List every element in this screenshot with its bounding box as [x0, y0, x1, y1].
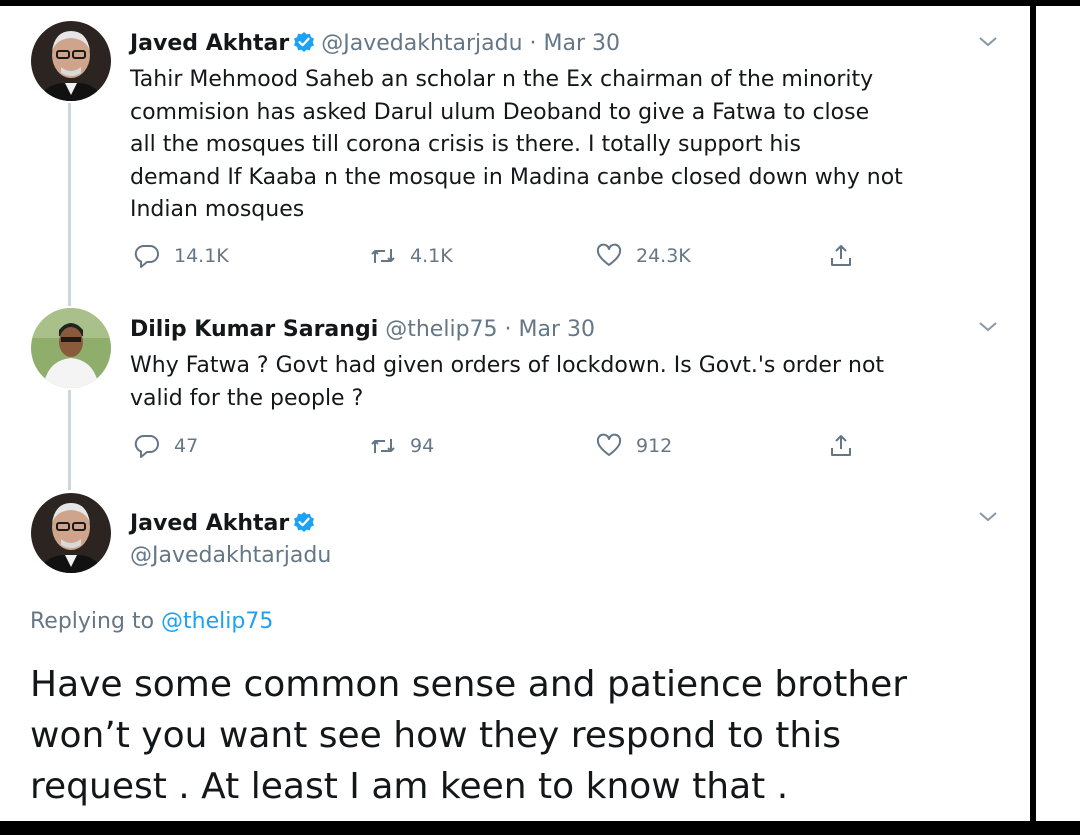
separator: · — [504, 317, 512, 342]
share-button[interactable] — [828, 433, 868, 459]
tweet-actions: 47 94 912 — [134, 433, 894, 459]
tweet-text-line: Have some common sense and patience brot… — [30, 664, 908, 705]
author-handle[interactable]: @Javedakhtarjadu — [130, 543, 331, 568]
like-count: 912 — [636, 435, 673, 457]
author-name[interactable]: Dilip Kumar Sarangi — [130, 317, 378, 342]
main-tweet-text: Have some common sense and patience brot… — [30, 659, 1020, 812]
tweet-text-line: request . At least I am keen to know tha… — [30, 766, 789, 807]
reply-count: 47 — [174, 435, 199, 457]
chevron-down-icon[interactable] — [977, 509, 999, 529]
tweet-text-line: won’t you want see how they respond to t… — [30, 715, 841, 756]
tweet-text-line: valid for the people ? — [130, 385, 364, 411]
separator: · — [529, 31, 537, 56]
thread-line — [68, 103, 71, 306]
tweet-handle-row: @Javedakhtarjadu — [130, 543, 331, 568]
chevron-down-icon[interactable] — [977, 34, 999, 54]
tweet-header: Javed Akhtar — [130, 511, 321, 539]
heart-icon — [596, 243, 622, 266]
retweet-button[interactable]: 94 — [370, 433, 434, 459]
author-name[interactable]: Javed Akhtar — [130, 511, 289, 536]
tweet-text: Why Fatwa ? Govt had given orders of loc… — [130, 350, 1010, 415]
tweet-text-line: commision has asked Darul ulum Deoband t… — [130, 99, 870, 125]
avatar-image — [31, 493, 111, 573]
retweet-count: 94 — [410, 435, 435, 457]
tweet-text-line: Indian mosques — [130, 197, 305, 222]
avatar[interactable] — [31, 308, 111, 388]
reply-button[interactable]: 47 — [134, 433, 198, 459]
like-button[interactable]: 24.3K — [596, 243, 691, 269]
share-icon — [831, 245, 851, 266]
avatar-image — [31, 21, 111, 101]
reply-button[interactable]: 14.1K — [134, 243, 229, 269]
verified-badge-icon — [293, 31, 315, 59]
replying-to: Replying to @thelip75 — [30, 609, 273, 634]
retweet-button[interactable]: 4.1K — [370, 243, 453, 269]
tweet-header: Dilip Kumar Sarangi @thelip75 · Mar 30 — [130, 317, 595, 342]
tweet-date[interactable]: Mar 30 — [544, 31, 621, 56]
author-handle[interactable]: @Javedakhtarjadu — [321, 31, 522, 56]
tweet-text: Tahir Mehmood Saheb an scholar n the Ex … — [130, 64, 1010, 227]
like-button[interactable]: 912 — [596, 433, 672, 459]
tweet-text-line: Why Fatwa ? Govt had given orders of loc… — [130, 353, 885, 378]
chevron-down-icon[interactable] — [977, 319, 999, 339]
retweet-count: 4.1K — [410, 245, 453, 267]
retweet-icon — [371, 249, 395, 263]
tweet-header: Javed Akhtar @Javedakhtarjadu · Mar 30 — [130, 31, 620, 59]
reply-count: 14.1K — [174, 245, 229, 267]
share-icon — [831, 435, 851, 456]
right-edge-strip — [1036, 6, 1080, 821]
tweet-text-line: all the mosques till corona crisis is th… — [130, 132, 801, 157]
retweet-icon — [371, 439, 395, 453]
avatar[interactable] — [31, 21, 111, 101]
heart-icon — [596, 433, 622, 456]
avatar-image — [31, 308, 111, 388]
replying-to-mention[interactable]: @thelip75 — [161, 609, 273, 634]
tweet-actions: 14.1K 4.1K 24.3K — [134, 243, 894, 269]
reply-icon — [134, 244, 159, 268]
timeline-card: Javed Akhtar @Javedakhtarjadu · Mar 30 Ta… — [0, 6, 1030, 821]
tweet-date[interactable]: Mar 30 — [519, 317, 596, 342]
tweet-text-line: Tahir Mehmood Saheb an scholar n the Ex … — [130, 67, 874, 92]
like-count: 24.3K — [636, 245, 691, 267]
replying-to-label: Replying to — [30, 609, 155, 634]
author-name[interactable]: Javed Akhtar — [130, 31, 289, 56]
thread-line — [68, 390, 71, 490]
share-button[interactable] — [828, 243, 868, 269]
tweet-text-line: demand If Kaaba n the mosque in Madina c… — [130, 164, 903, 190]
author-handle[interactable]: @thelip75 — [385, 317, 497, 342]
avatar[interactable] — [31, 493, 111, 573]
reply-icon — [134, 434, 159, 458]
verified-badge-icon — [293, 511, 315, 539]
